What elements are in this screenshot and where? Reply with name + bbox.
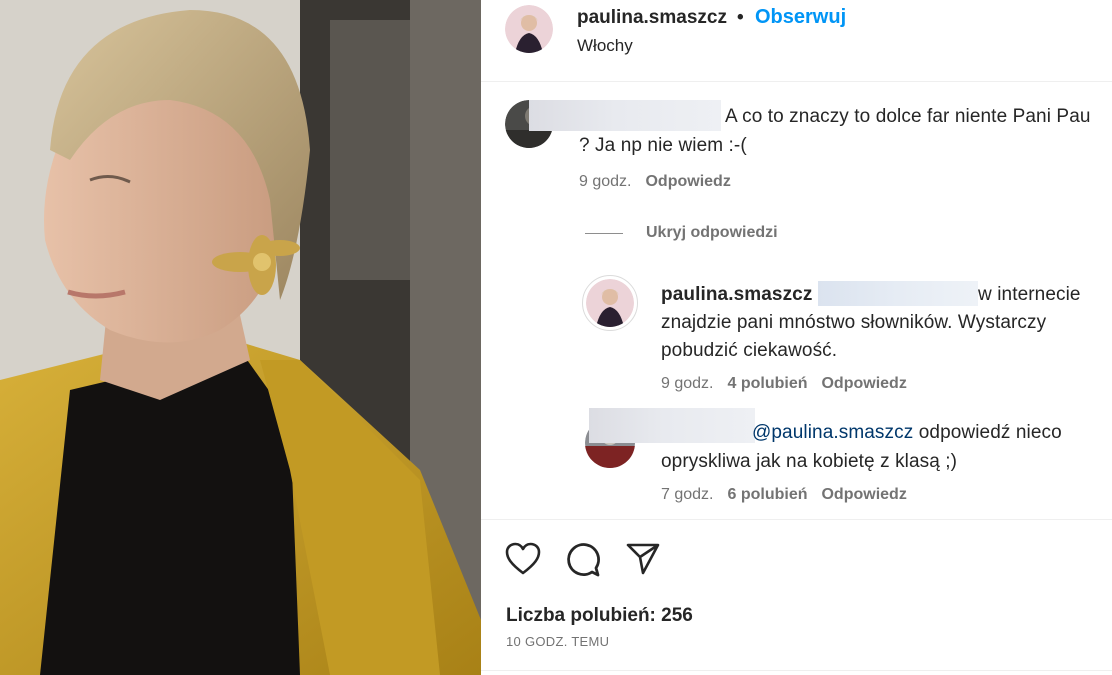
post-header: paulina.smaszcz • Obserwuj Włochy [481,0,1112,82]
follow-button[interactable]: Obserwuj [755,6,846,29]
reply-text-body: odpowiedź nieco [918,422,1062,443]
redacted-mention [818,281,978,306]
reply-text: @paulina.smaszcz odpowiedź nieco [752,418,1062,447]
reply-text-cont: znajdzie pani mnóstwo słowników. Wystarc… [661,312,1047,333]
header-separator: • [737,7,744,28]
reply-username[interactable]: paulina.smaszcz [661,280,812,309]
portrait-illustration [0,0,481,675]
avatar-image [505,5,553,53]
reply-text-cont: opryskliwa jak na kobietę z klasą ;) [661,451,958,472]
divider [481,670,1112,671]
reply-button[interactable]: Odpowiedz [821,486,906,503]
hide-replies-button[interactable]: Ukryj odpowiedzi [646,224,778,242]
author-username[interactable]: paulina.smaszcz [577,7,727,29]
reply-button[interactable]: Odpowiedz [645,173,730,190]
likes-count[interactable]: Liczba polubień: 256 [506,605,693,627]
comment-text: A co to znaczy to dolce far niente Pani … [725,106,1091,127]
comment-text-cont: ? Ja np nie wiem :-( [579,135,747,156]
post-actions: Liczba polubień: 256 10 GODZ. TEMU [481,519,1112,675]
reply-author-avatar[interactable] [582,275,638,331]
redacted-username [529,100,721,131]
post-timestamp[interactable]: 10 GODZ. TEMU [506,634,609,649]
reply-meta: 9 godz. 4 polubień Odpowiedz [661,375,907,393]
replies-divider [585,233,623,234]
comment-icon[interactable] [565,542,601,583]
redacted-username [589,408,755,443]
reply-likes[interactable]: 4 polubień [727,375,807,392]
comment-time[interactable]: 9 godz. [579,173,631,190]
reply-likes[interactable]: 6 polubień [727,486,807,503]
heart-icon[interactable] [505,542,541,581]
reply-time[interactable]: 7 godz. [661,486,713,503]
reply-meta: 7 godz. 6 polubień Odpowiedz [661,486,907,504]
reply-time[interactable]: 9 godz. [661,375,713,392]
post-location[interactable]: Włochy [577,36,633,56]
reply-text: w internecie [978,284,1081,305]
reply-button[interactable]: Odpowiedz [821,375,906,392]
reply-text-cont: pobudzić ciekawość. [661,340,838,361]
post-photo [0,0,481,675]
avatar-image [586,279,634,327]
share-icon[interactable] [625,542,661,581]
post-detail-panel: paulina.smaszcz • Obserwuj Włochy A co t… [481,0,1112,675]
comment-meta: 9 godz. Odpowiedz [579,173,731,191]
author-avatar[interactable] [505,5,553,53]
mention-link[interactable]: @paulina.smaszcz [752,422,913,443]
